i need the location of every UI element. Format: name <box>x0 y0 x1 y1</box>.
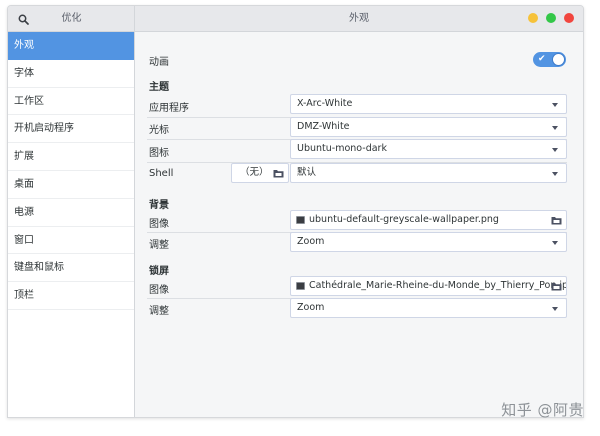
folder-icon <box>551 283 562 291</box>
sidebar-item-fonts[interactable]: 字体 <box>8 60 134 88</box>
shell-theme-value: 默认 <box>297 167 317 178</box>
titlebar: 优化 外观 <box>8 6 583 32</box>
minimize-button[interactable] <box>528 13 538 23</box>
sidebar-item-top-bar[interactable]: 顶栏 <box>8 282 134 310</box>
image-file-icon <box>296 216 305 224</box>
background-adjustment-value: Zoom <box>297 236 325 247</box>
lock-screen-adjustment-select[interactable]: Zoom <box>290 298 567 318</box>
lock-screen-heading: 锁屏 <box>149 266 169 277</box>
sidebar-item-startup-applications[interactable]: 开机启动程序 <box>8 115 134 144</box>
chevron-down-icon <box>552 241 558 245</box>
sidebar-item-workspaces[interactable]: 工作区 <box>8 88 134 116</box>
icons-theme-label: 图标 <box>149 148 169 159</box>
animations-label: 动画 <box>149 57 169 68</box>
sidebar-item-windows[interactable]: 窗口 <box>8 227 134 255</box>
applications-theme-value: X-Arc-White <box>297 98 353 109</box>
chevron-down-icon <box>552 103 558 107</box>
sidebar-item-appearance[interactable]: 外观 <box>8 32 134 60</box>
sidebar-item-keyboard-mouse[interactable]: 键盘和鼠标 <box>8 254 134 283</box>
app-title: 优化 <box>61 13 82 24</box>
image-file-icon <box>296 282 305 290</box>
background-adjustment-label: 调整 <box>149 240 169 251</box>
lock-screen-image-label: 图像 <box>149 285 169 296</box>
lock-screen-adjustment-label: 调整 <box>149 306 169 317</box>
cursor-theme-value: DMZ-White <box>297 121 350 132</box>
chevron-down-icon <box>552 172 558 176</box>
chevron-down-icon <box>552 307 558 311</box>
chevron-down-icon <box>552 126 558 130</box>
close-button[interactable] <box>564 13 574 23</box>
check-icon: ✔ <box>538 54 546 64</box>
sidebar-item-desktop[interactable]: 桌面 <box>8 171 134 199</box>
tweaks-window: 优化 外观 外观 字体 工作区 开机启动程序 扩展 桌面 电源 窗口 键盘和鼠标… <box>7 5 584 418</box>
sidebar: 外观 字体 工作区 开机启动程序 扩展 桌面 电源 窗口 键盘和鼠标 顶栏 <box>8 32 135 417</box>
sidebar-item-power[interactable]: 电源 <box>8 199 134 227</box>
watermark: 知乎 @阿贵 <box>501 401 584 419</box>
background-image-file-button[interactable]: ubuntu-default-greyscale-wallpaper.png <box>290 210 567 230</box>
appearance-panel: 动画 ✔ 主题 应用程序 X-Arc-White 光标 DMZ-White 图标… <box>135 32 583 417</box>
shell-theme-select[interactable]: 默认 <box>290 163 567 183</box>
sidebar-item-extensions[interactable]: 扩展 <box>8 143 134 171</box>
applications-theme-select[interactable]: X-Arc-White <box>290 94 567 114</box>
window-title: 外观 <box>349 13 369 24</box>
cursor-theme-label: 光标 <box>149 125 169 136</box>
animations-toggle[interactable]: ✔ <box>533 52 566 67</box>
applications-theme-label: 应用程序 <box>149 103 189 114</box>
lock-screen-image-file-button[interactable]: Cathédrale_Marie-Rheine-du-Monde_by_Thie… <box>290 276 567 296</box>
maximize-button[interactable] <box>546 13 556 23</box>
icons-theme-select[interactable]: Ubuntu-mono-dark <box>290 139 567 159</box>
background-heading: 背景 <box>149 200 169 211</box>
background-image-value: ubuntu-default-greyscale-wallpaper.png <box>309 214 499 225</box>
folder-icon <box>273 170 284 178</box>
lock-screen-image-value: Cathédrale_Marie-Rheine-du-Monde_by_Thie… <box>309 280 567 291</box>
icons-theme-value: Ubuntu-mono-dark <box>297 143 387 154</box>
shell-theme-label: Shell <box>149 168 174 179</box>
background-image-label: 图像 <box>149 219 169 230</box>
folder-icon <box>551 217 562 225</box>
sidebar-header: 优化 <box>8 6 135 31</box>
shell-theme-file-button[interactable]: （无） <box>231 163 289 183</box>
shell-file-none-label: （无） <box>240 167 269 178</box>
background-adjustment-select[interactable]: Zoom <box>290 232 567 252</box>
lock-screen-adjustment-value: Zoom <box>297 302 325 313</box>
toggle-knob <box>552 53 565 66</box>
chevron-down-icon <box>552 148 558 152</box>
cursor-theme-select[interactable]: DMZ-White <box>290 117 567 137</box>
themes-heading: 主题 <box>149 82 169 93</box>
